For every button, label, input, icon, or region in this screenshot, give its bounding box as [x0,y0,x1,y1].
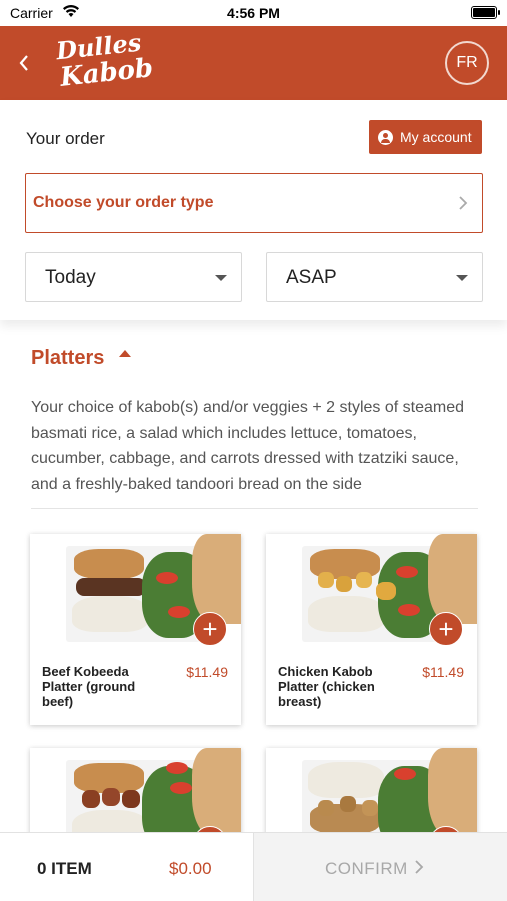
day-select-value: Today [45,267,96,288]
divider [31,508,478,509]
order-panel: Your order My account Choose your order … [0,100,507,320]
cart-total: $0.00 [169,859,212,878]
order-type-label: Choose your order type [33,194,214,211]
status-bar: Carrier 4:56 PM [0,0,507,26]
time-select[interactable]: ASAP [266,252,483,302]
chevron-right-icon [415,860,424,874]
dulles-kabob-logo: Dulles Kabob [50,28,170,94]
product-price: $11.49 [422,664,464,680]
user-icon [378,130,393,145]
product-name: Beef Kobeeda Platter (ground beef) [42,664,136,709]
product-card[interactable]: + Chicken Kabob Platter (chicken breast)… [266,534,477,725]
clock: 4:56 PM [227,5,280,21]
chevron-left-icon [19,55,28,71]
your-order-title: Your order [26,129,105,148]
my-account-label: My account [400,129,472,145]
my-account-button[interactable]: My account [369,120,482,154]
add-to-cart-button[interactable]: + [193,612,227,646]
caret-down-icon [456,275,468,281]
category-description: Your choice of kabob(s) and/or veggies +… [31,399,464,493]
cart-bar: 0 ITEM $0.00 CONFIRM [0,832,507,901]
caret-down-icon [215,275,227,281]
product-card[interactable]: + Beef Kobeeda Platter (ground beef) $11… [30,534,241,725]
app-header: Dulles Kabob FR [0,26,507,100]
time-select-value: ASAP [286,267,337,288]
day-select[interactable]: Today [25,252,242,302]
category-title[interactable]: Platters [31,347,104,370]
add-to-cart-button[interactable]: + [429,612,463,646]
confirm-label: CONFIRM [325,859,408,878]
product-price: $11.49 [186,664,228,680]
collapse-caret-icon[interactable] [119,350,131,357]
cart-item-count: 0 ITEM [37,859,92,878]
confirm-button[interactable]: CONFIRM [253,833,507,901]
chevron-right-icon [459,196,468,210]
language-avatar-button[interactable]: FR [445,41,489,85]
battery-icon [471,6,500,19]
product-name: Chicken Kabob Platter (chicken breast) [278,664,375,709]
back-button[interactable] [18,50,40,76]
order-type-selector[interactable]: Choose your order type [25,173,483,233]
